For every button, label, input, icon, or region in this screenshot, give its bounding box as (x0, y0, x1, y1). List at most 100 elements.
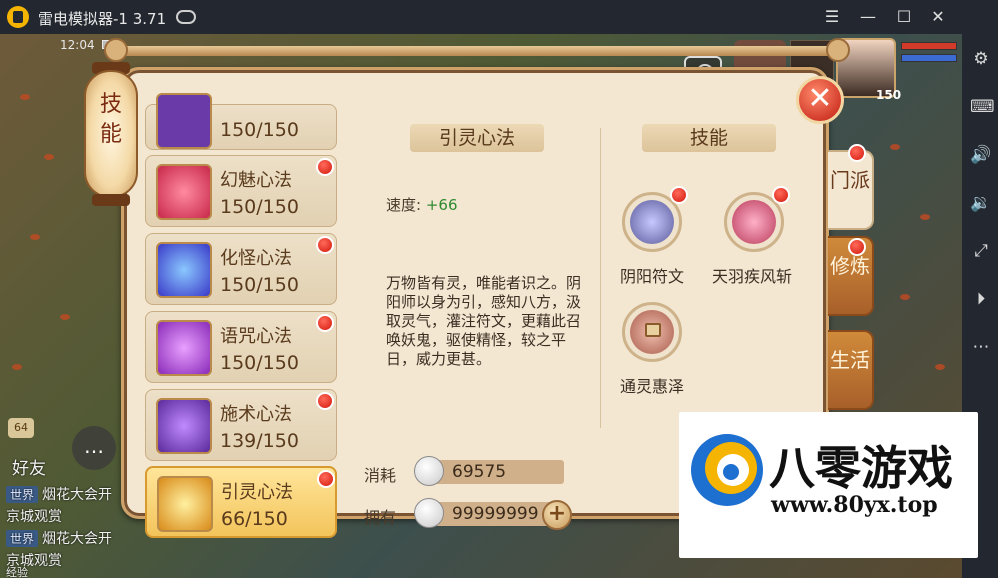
chat-line[interactable]: 京城观赏 (6, 506, 62, 526)
skill-icon (156, 164, 212, 220)
watermark-title: 八零游戏 (769, 441, 953, 495)
leaf-decoration (30, 234, 40, 240)
leaf-decoration (920, 214, 930, 220)
chat-line[interactable]: 世界 烟花大会开 (6, 484, 112, 504)
rail-knob (826, 38, 850, 62)
skill-description: 万物皆有灵，唯能者识之。阴阳师以身为引，感知八方，汲取灵气，灌注符文，更藉此召唤… (386, 274, 582, 368)
skill-icon (156, 398, 212, 454)
watermark: 八零游戏 www.80yx.top (679, 412, 978, 558)
emulator-titlebar: 雷电模拟器-1 3.71 ☰ — ☐ ✕ « (0, 0, 998, 34)
chat-channel-tag: 世界 (6, 530, 39, 547)
notification-dot (316, 158, 334, 176)
silver-coin-icon (414, 456, 444, 486)
window-title: 雷电模拟器-1 3.71 (38, 10, 167, 28)
consume-label: 消耗 (364, 466, 397, 485)
chat-text: 烟花大会开 (42, 487, 113, 503)
maximize-icon[interactable]: ☐ (894, 7, 914, 27)
leaf-decoration (44, 154, 54, 160)
chat-text: 烟花大会开 (42, 531, 113, 547)
skill-icon (156, 93, 212, 149)
detail-title: 引灵心法 (410, 124, 544, 152)
mp-bar (901, 54, 957, 62)
lantern-cap (92, 194, 130, 206)
skill-name: 施术心法 (220, 404, 292, 425)
volume-up-icon[interactable]: 🔊 (970, 144, 992, 166)
clock: 12:04 (60, 38, 95, 52)
notification-dot (316, 392, 334, 410)
panel-title: 技能 (99, 92, 122, 147)
watermark-logo-icon (691, 434, 763, 506)
notification-dot (772, 186, 790, 204)
tab-menpai[interactable]: 门派 (828, 150, 874, 230)
keyboard-icon[interactable]: ⌨ (970, 96, 995, 118)
leaf-decoration (890, 144, 900, 150)
notification-dot (316, 236, 334, 254)
skill-list-item[interactable]: 幻魅心法 150/150 (145, 155, 337, 227)
close-panel-button[interactable]: ✕ (796, 76, 844, 124)
skill-level: 150/150 (220, 274, 299, 296)
chat-bubble-icon[interactable]: … (72, 426, 116, 470)
skill-name: 阴阳符文 (620, 267, 685, 286)
wind-slash-icon (732, 200, 776, 244)
own-label: 拥有 (364, 508, 397, 527)
watermark-url: www.80yx.top (771, 492, 938, 518)
skill-list-item[interactable]: 化怪心法 150/150 (145, 233, 337, 305)
volume-down-icon[interactable]: 🔉 (970, 192, 992, 214)
chat-line[interactable]: 世界 烟花大会开 (6, 528, 112, 548)
exp-label: 经验 (6, 566, 28, 578)
skill-icon (156, 320, 212, 376)
notification-dot (316, 314, 334, 332)
player-level: 150 (876, 88, 902, 102)
talisman-icon (630, 200, 674, 244)
leaf-decoration (935, 364, 945, 370)
gamepad-icon[interactable] (176, 10, 196, 24)
chat-text: 京城观赏 (6, 509, 62, 525)
skill-icon (156, 242, 212, 298)
silver-coin-icon (414, 498, 444, 528)
notification-dot (670, 186, 688, 204)
hp-bar (901, 42, 957, 50)
notification-dot (317, 470, 335, 488)
message-count-badge: 64 (8, 418, 34, 438)
notification-dot (848, 144, 866, 162)
close-icon[interactable]: ✕ (928, 7, 948, 27)
speed-stat: 速度: +66 (386, 194, 458, 215)
column-divider (600, 128, 601, 428)
notification-dot (848, 238, 866, 256)
skill-list-item[interactable]: 150/150 (145, 93, 337, 150)
record-icon[interactable]: ⏵ (970, 288, 992, 310)
skill-list-item[interactable]: 施术心法 139/150 (145, 389, 337, 461)
skill-name: 化怪心法 (220, 248, 292, 269)
emulator-logo-icon (7, 6, 29, 28)
skill-level: 139/150 (220, 430, 299, 452)
skill-icon (157, 476, 213, 532)
settings-icon[interactable]: ⚙ (970, 48, 992, 70)
skill-level: 150/150 (220, 352, 299, 374)
consume-value: 69575 (434, 460, 564, 484)
skill-level: 150/150 (220, 119, 299, 141)
leaf-decoration (20, 94, 30, 100)
add-silver-button[interactable]: + (542, 500, 572, 530)
skill-name: 天羽疾风斩 (712, 267, 793, 286)
menu-icon[interactable]: ☰ (822, 7, 842, 27)
fullscreen-icon[interactable]: ⤢ (970, 240, 992, 262)
chat-channel-tag: 世界 (6, 486, 39, 503)
skill-name: 通灵惠泽 (620, 377, 685, 396)
skill-name: 语咒心法 (220, 326, 292, 347)
tab-shenghuo[interactable]: 生活 (828, 330, 874, 410)
leaf-decoration (900, 294, 910, 300)
rail-knob (104, 38, 128, 62)
minimize-icon[interactable]: — (858, 7, 878, 27)
skills-title: 技能 (642, 124, 776, 152)
skill-tongling-huize[interactable] (622, 302, 682, 362)
panel-top-rail (110, 46, 840, 56)
own-value: 99999999 (434, 502, 552, 526)
speed-label: 速度: (386, 196, 422, 214)
skill-list-item[interactable]: 语咒心法 150/150 (145, 311, 337, 383)
skill-name: 幻魅心法 (220, 170, 292, 191)
more-icon[interactable]: ⋯ (970, 336, 992, 358)
speed-value: +66 (425, 196, 458, 214)
skill-list-item-selected[interactable]: 引灵心法 66/150 (145, 466, 337, 538)
friends-label[interactable]: 好友 (12, 454, 46, 479)
skill-level: 150/150 (220, 196, 299, 218)
